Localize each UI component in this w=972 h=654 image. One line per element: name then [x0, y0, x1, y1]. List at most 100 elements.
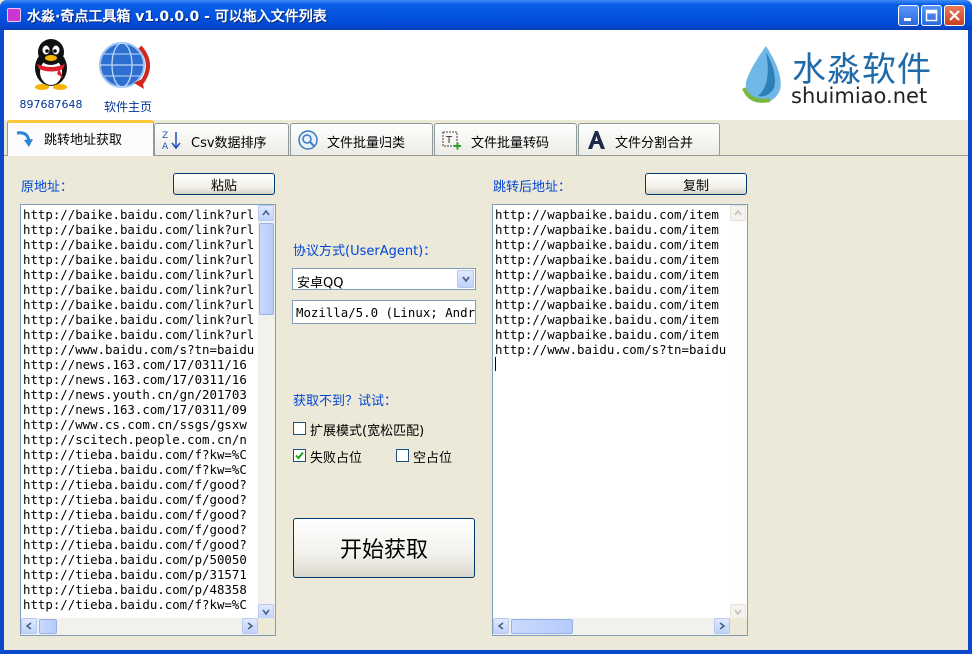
horizontal-scrollbar[interactable] [493, 618, 730, 635]
paste-button[interactable]: 粘贴 [173, 173, 275, 195]
tab-csv-sort[interactable]: Z A Csv数据排序 [154, 123, 289, 155]
text-line: http://baike.baidu.com/link?url [23, 327, 255, 342]
maximize-button[interactable] [921, 5, 942, 26]
text-line: http://news.youth.cn/gn/201703 [23, 387, 247, 402]
text-line: http://wapbaike.baidu.com/item [495, 312, 719, 327]
svg-text:A: A [162, 142, 169, 151]
scroll-left-button[interactable] [21, 618, 37, 634]
horizontal-scroll-thumb[interactable] [39, 619, 57, 634]
sort-az-icon: Z A [162, 131, 181, 151]
scroll-up-button[interactable] [258, 205, 274, 221]
homepage-link[interactable]: 软件主页 [94, 98, 162, 115]
arrow-right-icon [247, 622, 254, 630]
tab-file-split-merge[interactable]: 文件分割合并 [578, 123, 720, 155]
scroll-corner [258, 618, 275, 635]
font-a-icon [588, 131, 605, 149]
text-line: http://tieba.baidu.com/f?kw=%C [23, 597, 247, 612]
fallback-label: 获取不到？试试： [293, 394, 398, 409]
text-convert-icon: T [442, 131, 461, 150]
window-title: 水淼·奇点工具箱 v1.0.0.0 - 可以拖入文件列表 [27, 9, 327, 25]
vertical-scrollbar[interactable] [730, 205, 747, 620]
text-line: http://tieba.baidu.com/f?kw=%C [23, 447, 247, 462]
text-line: http://baike.baidu.com/link?url [23, 282, 255, 297]
copy-button[interactable]: 复制 [645, 173, 747, 195]
text-line: http://wapbaike.baidu.com/item [495, 252, 719, 267]
arrow-left-icon [25, 622, 32, 630]
scroll-up-button[interactable] [730, 205, 746, 221]
client-area: 897687648 软件主页 水淼软件 shuimiao.net Z A Csv… [4, 30, 968, 650]
tab-strip: Z A Csv数据排序 文件批量归类 T 文件批量转码 文件分割合并 跳转地址获… [4, 120, 968, 157]
arrow-up-icon [262, 209, 270, 216]
text-line: http://scitech.people.com.cn/n [23, 432, 247, 447]
close-button[interactable] [944, 5, 965, 26]
svg-text:T: T [445, 135, 453, 146]
vertical-scroll-thumb[interactable] [259, 223, 274, 315]
water-drop-logo-icon [742, 46, 781, 103]
text-line: http://wapbaike.baidu.com/item [495, 207, 719, 222]
text-line: http://www.baidu.com/s?tn=baidu [23, 342, 255, 357]
app-window: 水淼·奇点工具箱 v1.0.0.0 - 可以拖入文件列表 897687648 软… [0, 0, 972, 654]
text-line: http://tieba.baidu.com/p/50050 [23, 552, 247, 567]
protocol-label: 协议方式(UserAgent)： [293, 244, 437, 259]
text-line: http://baike.baidu.com/link?url [23, 297, 255, 312]
checkbox-box[interactable] [293, 449, 306, 462]
globe-icon[interactable] [96, 39, 156, 91]
text-line: http://news.163.com/17/0311/16 [23, 372, 247, 387]
chevron-down-icon [462, 276, 470, 283]
checkmark-icon [295, 451, 304, 460]
text-line: http://tieba.baidu.com/f/good? [23, 507, 247, 522]
qq-number-link[interactable]: 897687648 [4, 98, 98, 111]
minimize-button[interactable] [898, 5, 919, 26]
useragent-selected-value: 安卓QQ [297, 276, 344, 291]
checkbox-box[interactable] [293, 422, 306, 435]
start-fetch-button[interactable]: 开始获取 [293, 518, 475, 578]
tab-file-classify[interactable]: 文件批量归类 [290, 123, 433, 155]
text-line: http://tieba.baidu.com/f/good? [23, 522, 247, 537]
text-line: http://baike.baidu.com/link?url [23, 237, 255, 252]
title-bar[interactable]: 水淼·奇点工具箱 v1.0.0.0 - 可以拖入文件列表 [0, 0, 972, 30]
source-address-label: 原地址： [21, 180, 74, 195]
useragent-string-field[interactable]: Mozilla/5.0 (Linux; Android [292, 300, 476, 324]
text-line: http://baike.baidu.com/link?url [23, 252, 255, 267]
checkbox-box[interactable] [396, 449, 409, 462]
arrow-down-icon [262, 609, 270, 616]
useragent-select[interactable]: 安卓QQ [292, 268, 476, 291]
arrow-left-icon [497, 622, 504, 630]
redirected-address-textarea[interactable]: http://wapbaike.baidu.com/item http://wap… [492, 204, 748, 636]
text-line: http://baike.baidu.com/link?url [23, 312, 255, 327]
scroll-left-button[interactable] [493, 618, 509, 634]
horizontal-scroll-thumb[interactable] [511, 619, 573, 634]
horizontal-scrollbar[interactable] [21, 618, 258, 635]
tab-label: 跳转地址获取 [44, 133, 123, 148]
vertical-scrollbar[interactable] [258, 205, 275, 620]
text-line: http://baike.baidu.com/link?url [23, 222, 255, 237]
checkbox-label: 空占位 [413, 451, 453, 466]
app-icon [7, 8, 21, 22]
text-line: http://news.163.com/17/0311/09 [23, 402, 247, 417]
brand-name-en: shuimiao.net [791, 84, 928, 108]
tab-label: 文件分割合并 [615, 136, 694, 151]
tab-redirect-fetch[interactable]: 跳转地址获取 [7, 120, 154, 157]
magnifier-icon [298, 130, 318, 150]
checkbox-label: 扩展模式(宽松匹配) [310, 424, 425, 439]
redirect-panel: 原地址： 粘贴 http://baike.baidu.com/link?url h… [4, 156, 968, 650]
text-line: http://tieba.baidu.com/p/31571 [23, 567, 247, 582]
tab-label: 文件批量归类 [327, 136, 406, 151]
close-icon [949, 10, 960, 21]
text-line: http://www.cs.com.cn/ssgs/gsxw [23, 417, 247, 432]
checkbox-label: 失败占位 [310, 451, 363, 466]
tab-file-transcode[interactable]: T 文件批量转码 [434, 123, 577, 155]
arrow-down-icon [734, 609, 742, 616]
qq-penguin-icon[interactable] [29, 38, 73, 90]
source-address-textarea[interactable]: http://baike.baidu.com/link?url http://ba… [20, 204, 276, 636]
text-line: http://wapbaike.baidu.com/item [495, 222, 719, 237]
dropdown-button[interactable] [457, 270, 474, 288]
scroll-corner [730, 618, 747, 635]
text-line: http://baike.baidu.com/link?url [23, 207, 255, 222]
text-line: http://tieba.baidu.com/f/good? [23, 537, 247, 552]
scroll-right-button[interactable] [242, 618, 258, 634]
tab-label: Csv数据排序 [191, 136, 267, 151]
redirect-arrow-icon [16, 131, 33, 147]
text-line: http://tieba.baidu.com/f/good? [23, 492, 247, 507]
scroll-right-button[interactable] [714, 618, 730, 634]
